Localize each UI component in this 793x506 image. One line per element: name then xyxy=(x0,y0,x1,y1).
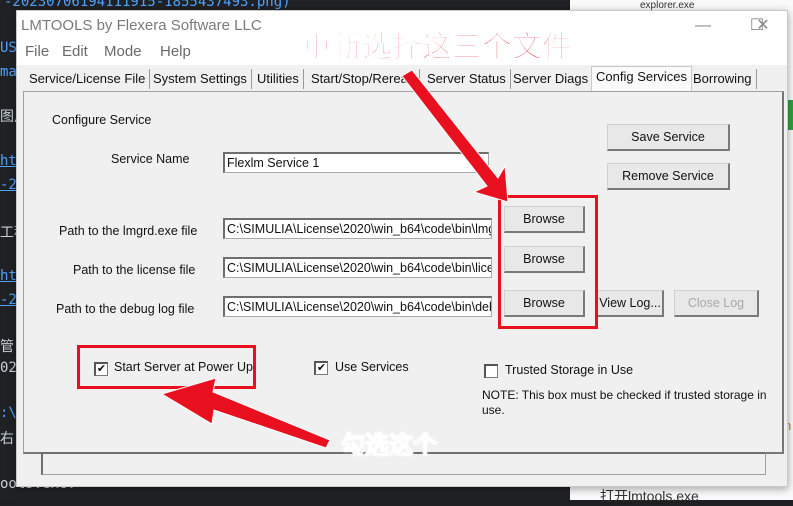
debug-log-path-input[interactable]: C:\SIMULIA\License\2020\win_b64\code\bin… xyxy=(223,296,492,317)
menu-help[interactable]: Help xyxy=(160,43,191,60)
menu-file[interactable]: File xyxy=(25,43,49,60)
service-name-label: Service Name xyxy=(111,152,190,166)
view-log-button[interactable]: View Log... xyxy=(597,290,664,317)
license-path-label: Path to the license file xyxy=(73,263,196,277)
editor-line: ht xyxy=(0,153,17,169)
editor-line: US xyxy=(0,40,17,56)
tab-start-stop-reread[interactable]: Start/Stop/Reread xyxy=(307,69,421,89)
license-path-input[interactable]: C:\SIMULIA\License\2020\win_b64\code\bin… xyxy=(223,257,492,278)
config-services-panel: Configure Service Service Name Flexlm Se… xyxy=(23,91,784,454)
lmtools-window: LMTOOLS by Flexera Software LLC — ☐ ✕ Fi… xyxy=(16,10,788,487)
editor-line: :\ xyxy=(0,405,17,421)
tab-service-license-file[interactable]: Service/License File xyxy=(25,69,151,89)
annotation-bottom-callout: 勾选这个 xyxy=(341,431,438,460)
close-icon[interactable]: ✕ xyxy=(743,15,783,37)
tab-borrowing[interactable]: Borrowing xyxy=(689,69,757,89)
trusted-storage-label[interactable]: Trusted Storage in Use xyxy=(505,363,633,377)
menu-edit[interactable]: Edit xyxy=(62,43,88,60)
trusted-storage-checkbox[interactable] xyxy=(484,364,498,378)
annotation-box-browse xyxy=(498,195,598,329)
remove-service-button[interactable]: Remove Service xyxy=(607,163,730,190)
window-title: LMTOOLS by Flexera Software LLC xyxy=(21,17,262,34)
chevron-down-icon[interactable] xyxy=(476,160,484,165)
editor-line: 02 xyxy=(0,360,17,376)
annotation-top-callout: 重新选择这三个文件 xyxy=(302,30,573,66)
tab-config-services[interactable]: Config Services xyxy=(591,66,693,91)
editor-line: -20230706194111915-1855437493.png) xyxy=(4,0,291,10)
editor-line: ht xyxy=(0,268,17,284)
close-log-button[interactable]: Close Log xyxy=(674,290,759,317)
tab-server-diags[interactable]: Server Diags xyxy=(509,69,594,89)
service-name-value: Flexlm Service 1 xyxy=(227,156,320,170)
annotation-box-powerup xyxy=(77,345,256,389)
debug-log-path-label: Path to the debug log file xyxy=(56,302,195,316)
background-doc-text: 打开lmtools.exe xyxy=(600,488,699,504)
editor-line: 管 xyxy=(0,339,14,355)
checkmark-icon: ✔ xyxy=(316,362,327,374)
use-services-checkbox[interactable]: ✔ xyxy=(314,361,328,375)
minimize-icon[interactable]: — xyxy=(683,15,723,37)
editor-line: -2 xyxy=(0,292,17,308)
editor-line: -2 xyxy=(0,177,17,193)
service-name-dropdown[interactable]: Flexlm Service 1 xyxy=(223,152,489,173)
tab-server-status[interactable]: Server Status xyxy=(423,69,511,89)
lmgrd-path-label: Path to the lmgrd.exe file xyxy=(59,224,198,238)
save-service-button[interactable]: Save Service xyxy=(607,124,730,151)
menu-mode[interactable]: Mode xyxy=(104,43,142,60)
trusted-storage-note: NOTE: This box must be checked if truste… xyxy=(482,388,767,417)
section-title: Configure Service xyxy=(52,113,152,127)
editor-line: ma xyxy=(0,64,17,80)
tab-system-settings[interactable]: System Settings xyxy=(149,69,252,89)
tab-utilities[interactable]: Utilities xyxy=(253,69,304,89)
lmgrd-path-input[interactable]: C:\SIMULIA\License\2020\win_b64\code\bin… xyxy=(223,218,492,239)
editor-line: 右 xyxy=(0,431,14,447)
use-services-label[interactable]: Use Services xyxy=(335,360,409,374)
